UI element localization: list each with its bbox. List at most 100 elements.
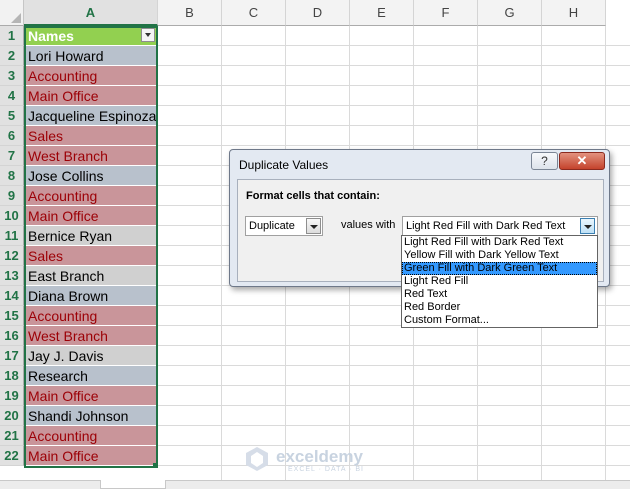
name-cell[interactable]: Jay J. Davis — [25, 346, 157, 366]
cell-text: Main Office — [28, 208, 99, 224]
gridline — [158, 125, 630, 126]
row-header-16[interactable]: 16 — [0, 326, 24, 346]
duplicate-type-select[interactable]: Duplicate — [245, 216, 323, 236]
cell-text: Jacqueline Espinoza — [28, 108, 157, 124]
name-cell[interactable]: Accounting — [25, 426, 157, 446]
column-header-e[interactable]: E — [350, 0, 414, 26]
row-header-3[interactable]: 3 — [0, 66, 24, 86]
column-header-d[interactable]: D — [286, 0, 350, 26]
name-cell[interactable]: Sales — [25, 126, 157, 146]
row-header-4[interactable]: 4 — [0, 86, 24, 106]
cell-text: Lori Howard — [28, 48, 104, 64]
name-cell[interactable]: Accounting — [25, 306, 157, 326]
cell-text: Sales — [28, 248, 64, 264]
format-option[interactable]: Red Text — [402, 288, 597, 301]
name-cell[interactable]: Jose Collins — [25, 166, 157, 186]
gridline — [158, 145, 630, 146]
cell-text: Diana Brown — [28, 288, 109, 304]
row-header-13[interactable]: 13 — [0, 266, 24, 286]
cell-text: Accounting — [28, 188, 98, 204]
gridline — [158, 405, 630, 406]
cell-text: Main Office — [28, 388, 99, 404]
column-header-h[interactable]: H — [542, 0, 606, 26]
gridline — [158, 345, 630, 346]
row-header-15[interactable]: 15 — [0, 306, 24, 326]
row-header-2[interactable]: 2 — [0, 46, 24, 66]
fill-handle[interactable] — [153, 463, 158, 468]
chevron-down-icon[interactable] — [306, 218, 321, 234]
row-header-9[interactable]: 9 — [0, 186, 24, 206]
name-cell[interactable]: West Branch — [25, 326, 157, 346]
name-cell[interactable]: Main Office — [25, 86, 157, 106]
gridline — [158, 425, 630, 426]
duplicate-type-value: Duplicate — [249, 220, 295, 232]
values-with-label: values with — [341, 219, 396, 231]
gridline — [158, 385, 630, 386]
format-option[interactable]: Red Border — [402, 301, 597, 314]
cell-text: Accounting — [28, 308, 98, 324]
row-header-5[interactable]: 5 — [0, 106, 24, 126]
row-header-17[interactable]: 17 — [0, 346, 24, 366]
close-button[interactable]: ✕ — [559, 152, 605, 170]
row-header-12[interactable]: 12 — [0, 246, 24, 266]
name-cell[interactable]: Jacqueline Espinoza — [25, 106, 157, 126]
name-cell[interactable]: Shandi Johnson — [25, 406, 157, 426]
cell-text: Accounting — [28, 428, 98, 444]
name-cell[interactable]: Main Office — [25, 386, 157, 406]
exceldemy-logo-icon — [246, 447, 268, 471]
cell-text: Sales — [28, 128, 64, 144]
row-header-7[interactable]: 7 — [0, 146, 24, 166]
row-header-8[interactable]: 8 — [0, 166, 24, 186]
cell-text: Main Office — [28, 88, 99, 104]
format-option[interactable]: Light Red Fill — [402, 275, 597, 288]
format-style-select[interactable]: Light Red Fill with Dark Red Text — [402, 216, 598, 236]
cell-text: Bernice Ryan — [28, 228, 113, 244]
name-cell[interactable]: Lori Howard — [25, 46, 157, 66]
row-header-20[interactable]: 20 — [0, 406, 24, 426]
gridline — [158, 65, 630, 66]
format-option[interactable]: Yellow Fill with Dark Yellow Text — [402, 249, 597, 262]
cell-text: Jose Collins — [28, 168, 104, 184]
format-option[interactable]: Custom Format... — [402, 314, 597, 327]
row-header-14[interactable]: 14 — [0, 286, 24, 306]
cell-text: Research — [28, 368, 88, 384]
name-cell[interactable]: Diana Brown — [25, 286, 157, 306]
chevron-down-icon[interactable] — [580, 218, 595, 234]
row-header-1[interactable]: 1 — [0, 26, 24, 46]
dialog-title: Duplicate Values — [239, 158, 329, 172]
name-cell[interactable]: Bernice Ryan — [25, 226, 157, 246]
cell-text: East Branch — [28, 268, 105, 284]
gridline — [158, 365, 630, 366]
column-header-g[interactable]: G — [478, 0, 542, 26]
row-header-19[interactable]: 19 — [0, 386, 24, 406]
cell-text: Jay J. Davis — [28, 348, 104, 364]
name-cell[interactable]: Main Office — [25, 206, 157, 226]
column-header-c[interactable]: C — [222, 0, 286, 26]
name-cell[interactable]: Accounting — [25, 66, 157, 86]
row-header-10[interactable]: 10 — [0, 206, 24, 226]
name-cell[interactable]: Accounting — [25, 186, 157, 206]
format-option[interactable]: Light Red Fill with Dark Red Text — [402, 236, 597, 249]
select-all-corner[interactable] — [0, 0, 24, 26]
cell-text: West Branch — [28, 328, 108, 344]
format-option[interactable]: Green Fill with Dark Green Text — [402, 262, 597, 275]
name-cell[interactable]: Sales — [25, 246, 157, 266]
names-header-cell[interactable]: Names — [25, 26, 157, 46]
row-header-22[interactable]: 22 — [0, 446, 24, 466]
row-header-11[interactable]: 11 — [0, 226, 24, 246]
format-style-value: Light Red Fill with Dark Red Text — [406, 220, 566, 232]
column-header-b[interactable]: B — [158, 0, 222, 26]
name-cell[interactable]: Main Office — [25, 446, 157, 466]
gridline — [221, 26, 222, 488]
name-cell[interactable]: Research — [25, 366, 157, 386]
column-header-f[interactable]: F — [414, 0, 478, 26]
column-header-a[interactable]: A — [24, 0, 158, 26]
filter-dropdown-icon[interactable] — [141, 28, 155, 42]
row-header-21[interactable]: 21 — [0, 426, 24, 446]
name-cell[interactable]: East Branch — [25, 266, 157, 286]
row-header-6[interactable]: 6 — [0, 126, 24, 146]
format-options-list[interactable]: Light Red Fill with Dark Red Text Yellow … — [401, 235, 598, 328]
row-header-18[interactable]: 18 — [0, 366, 24, 386]
help-button[interactable]: ? — [531, 152, 558, 170]
name-cell[interactable]: West Branch — [25, 146, 157, 166]
